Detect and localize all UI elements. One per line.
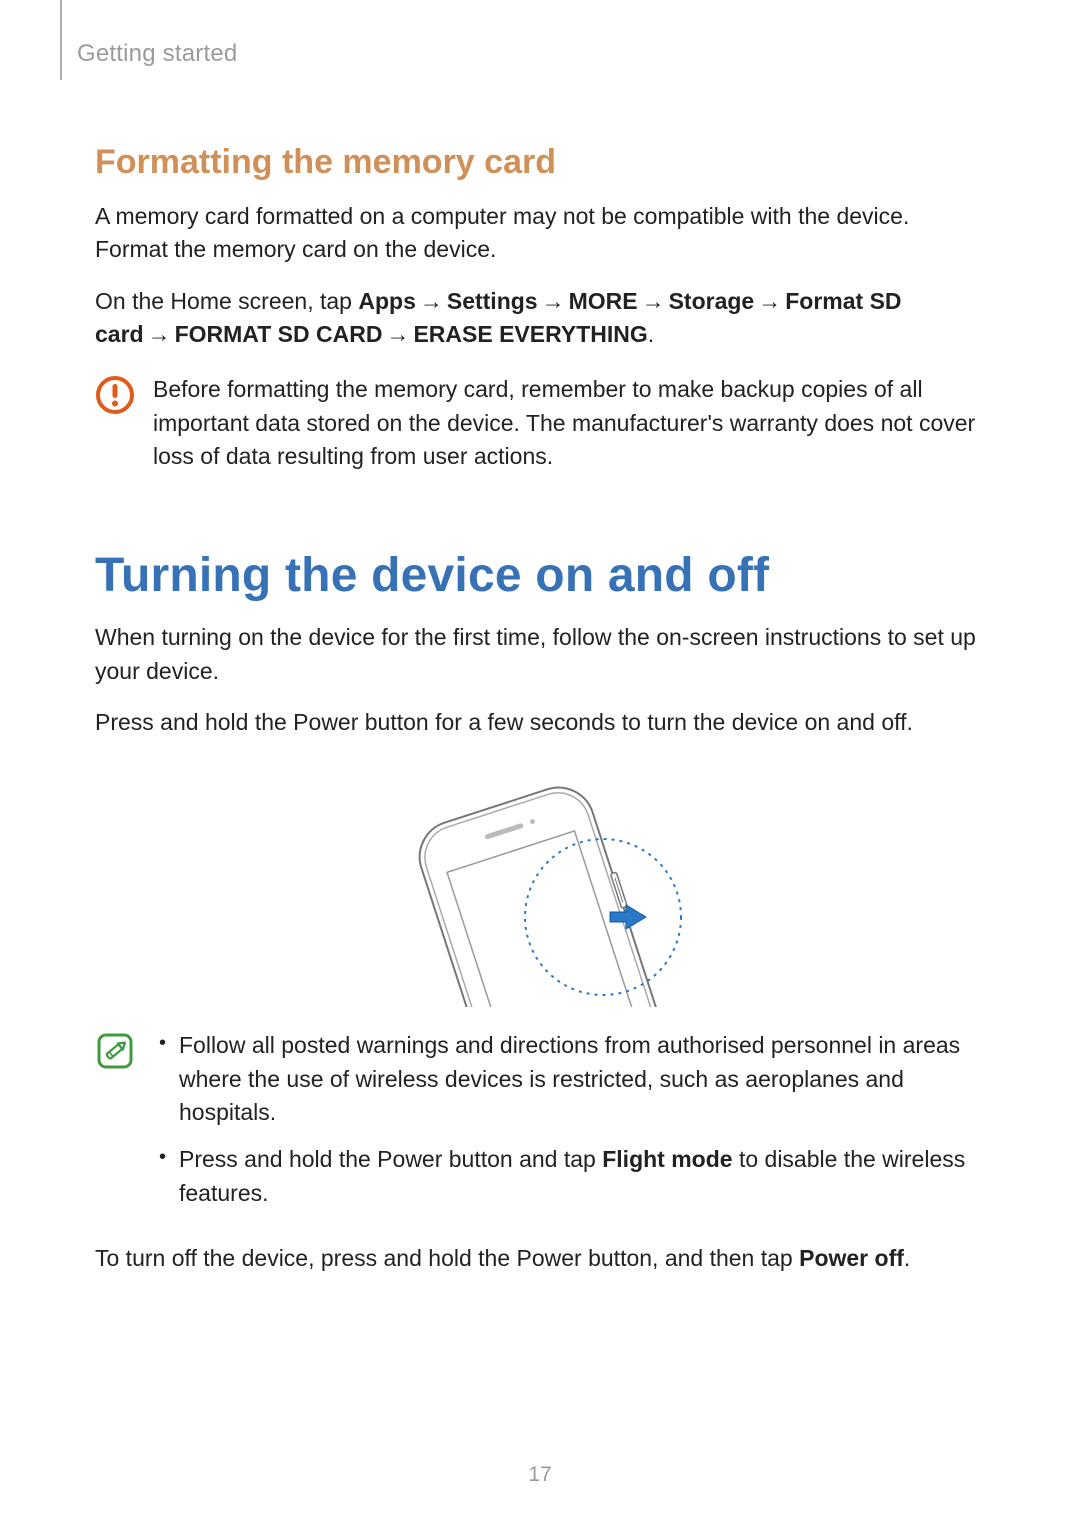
path-step: Apps bbox=[358, 288, 416, 314]
arrow-icon: → bbox=[416, 288, 447, 314]
text-bold: Power off bbox=[799, 1245, 904, 1271]
path-prefix: On the Home screen, tap bbox=[95, 288, 358, 314]
path-step: Settings bbox=[447, 288, 538, 314]
note-text-pre: Press and hold the Power button and tap bbox=[179, 1146, 602, 1172]
para-format-path: On the Home screen, tap Apps→Settings→MO… bbox=[95, 285, 980, 352]
arrow-icon: → bbox=[538, 288, 569, 314]
chapter-title: Getting started bbox=[77, 40, 980, 68]
path-step: FORMAT SD CARD bbox=[175, 321, 383, 347]
para-power-off: To turn off the device, press and hold t… bbox=[95, 1242, 980, 1275]
path-step: ERASE EVERYTHING bbox=[413, 321, 647, 347]
arrow-icon: → bbox=[754, 288, 785, 314]
para-power-intro: When turning on the device for the first… bbox=[95, 621, 980, 688]
arrow-icon: → bbox=[382, 321, 413, 347]
figure-power-button bbox=[95, 767, 980, 1007]
warning-icon bbox=[95, 375, 135, 420]
warning-text: Before formatting the memory card, remem… bbox=[153, 373, 980, 473]
warning-callout: Before formatting the memory card, remem… bbox=[95, 373, 980, 473]
note-item: Follow all posted warnings and direction… bbox=[153, 1029, 980, 1129]
note-icon bbox=[95, 1031, 135, 1076]
page-number: 17 bbox=[0, 1463, 1080, 1487]
note-text-bold: Flight mode bbox=[602, 1146, 732, 1172]
path-step: MORE bbox=[569, 288, 638, 314]
note-list: Follow all posted warnings and direction… bbox=[153, 1029, 980, 1224]
arrow-icon: → bbox=[144, 321, 175, 347]
text: . bbox=[904, 1245, 910, 1271]
section-heading-power: Turning the device on and off bbox=[95, 548, 980, 603]
manual-page: Getting started Formatting the memory ca… bbox=[0, 0, 1080, 1527]
para-format-intro: A memory card formatted on a computer ma… bbox=[95, 200, 980, 267]
path-step: Storage bbox=[669, 288, 755, 314]
arrow-icon: → bbox=[638, 288, 669, 314]
note-text: Follow all posted warnings and direction… bbox=[179, 1032, 960, 1125]
para-power-press: Press and hold the Power button for a fe… bbox=[95, 706, 980, 739]
header-rule bbox=[60, 0, 62, 80]
section-heading-formatting: Formatting the memory card bbox=[95, 143, 980, 182]
text: To turn off the device, press and hold t… bbox=[95, 1245, 799, 1271]
path-suffix: . bbox=[648, 321, 654, 347]
note-item: Press and hold the Power button and tap … bbox=[153, 1143, 980, 1210]
note-callout: Follow all posted warnings and direction… bbox=[95, 1029, 980, 1224]
